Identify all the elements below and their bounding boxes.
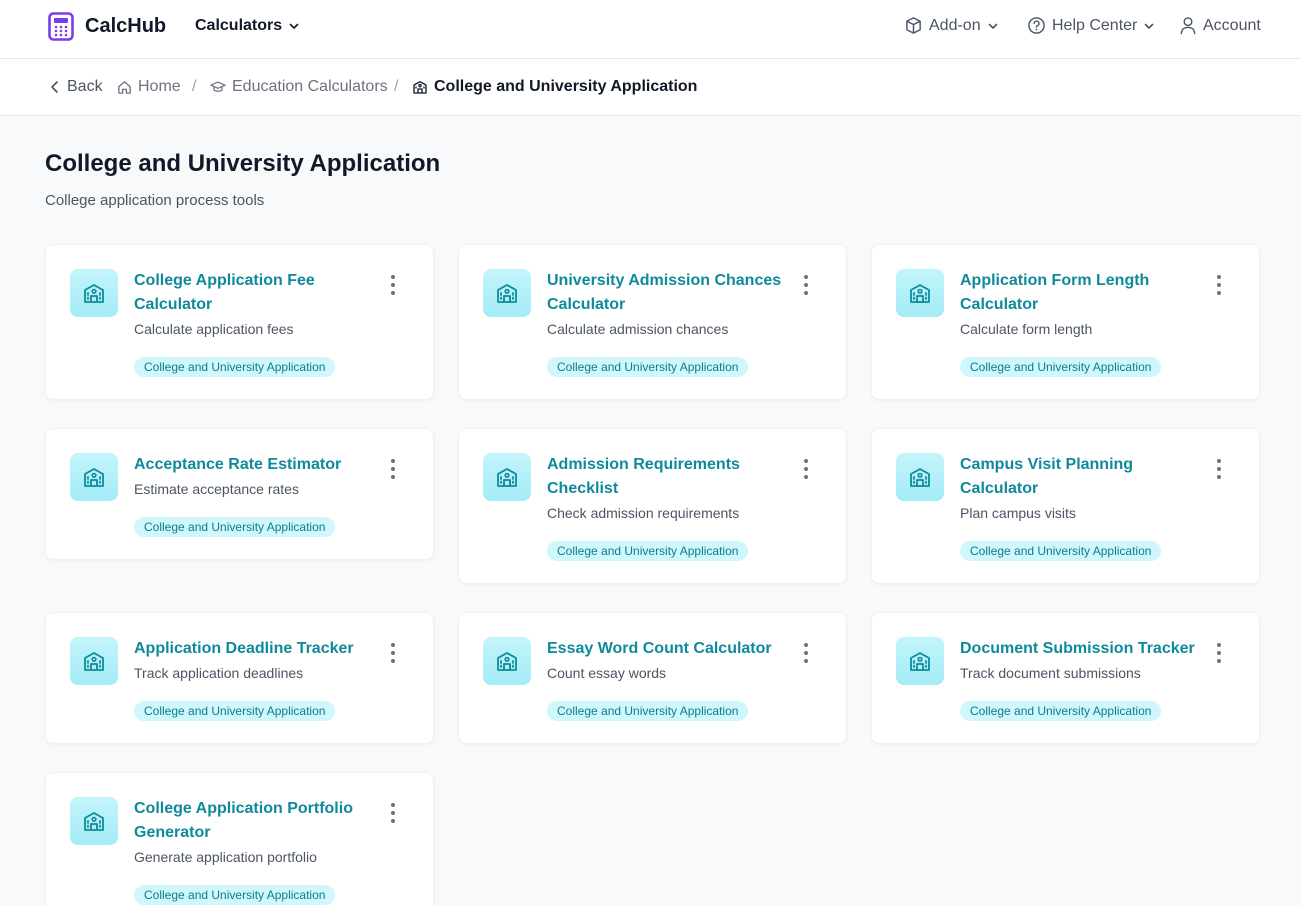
page-subtitle: College application process tools <box>45 192 265 209</box>
card-description: Track application deadlines <box>134 665 304 681</box>
card-title[interactable]: Admission Requirements Checklist <box>547 453 797 501</box>
calculator-card[interactable]: College Application Portfolio Generator … <box>45 772 434 906</box>
breadcrumb-home[interactable]: Home <box>117 78 181 96</box>
card-title[interactable]: College Application Portfolio Generator <box>134 797 384 845</box>
more-options-icon[interactable] <box>798 459 814 479</box>
card-description: Check admission requirements <box>547 505 740 521</box>
breadcrumb-current: College and University Application <box>412 78 697 96</box>
card-title[interactable]: Campus Visit Planning Calculator <box>960 453 1210 501</box>
school-building-icon <box>896 637 944 685</box>
calculator-card[interactable]: University Admission Chances Calculator … <box>458 244 847 400</box>
school-building-icon <box>70 453 118 501</box>
card-description: Generate application portfolio <box>134 849 317 865</box>
calculator-logo-icon[interactable] <box>48 12 74 41</box>
school-building-icon <box>413 81 427 94</box>
category-tag[interactable]: College and University Application <box>547 701 749 721</box>
calculator-card[interactable]: Acceptance Rate Estimator Estimate accep… <box>45 428 434 560</box>
card-description: Calculate form length <box>960 321 1093 337</box>
card-title[interactable]: University Admission Chances Calculator <box>547 269 797 317</box>
more-options-icon[interactable] <box>798 643 814 663</box>
card-description: Calculate application fees <box>134 321 294 337</box>
calculator-card[interactable]: College Application Fee Calculator Calcu… <box>45 244 434 400</box>
school-building-icon <box>483 637 531 685</box>
breadcrumb-current-label: College and University Application <box>434 78 698 95</box>
card-description: Calculate admission chances <box>547 321 729 337</box>
help-center-label: Help Center <box>1052 16 1138 34</box>
card-title[interactable]: Acceptance Rate Estimator <box>134 453 384 477</box>
school-building-icon <box>70 269 118 317</box>
category-tag[interactable]: College and University Application <box>547 541 749 561</box>
calculator-card[interactable]: Campus Visit Planning Calculator Plan ca… <box>871 428 1260 584</box>
category-tag[interactable]: College and University Application <box>960 701 1162 721</box>
brand-name[interactable]: CalcHub <box>85 15 166 38</box>
back-label: Back <box>67 78 103 95</box>
more-options-icon[interactable] <box>798 275 814 295</box>
school-building-icon <box>896 453 944 501</box>
chevron-down-icon <box>289 23 299 29</box>
page-title: College and University Application <box>45 150 441 177</box>
calculator-card[interactable]: Application Deadline Tracker Track appli… <box>45 612 434 744</box>
back-link[interactable]: Back <box>49 78 103 96</box>
breadcrumb: Back Home / Education Calculators / Coll… <box>0 59 1301 116</box>
account-menu[interactable]: Account <box>1179 16 1261 35</box>
breadcrumb-education-label: Education Calculators <box>232 78 388 95</box>
breadcrumb-home-label: Home <box>138 78 181 95</box>
card-title[interactable]: Application Deadline Tracker <box>134 637 384 661</box>
more-options-icon[interactable] <box>385 459 401 479</box>
home-icon <box>118 80 131 94</box>
school-building-icon <box>483 453 531 501</box>
school-building-icon <box>896 269 944 317</box>
account-label: Account <box>1203 16 1261 34</box>
card-title[interactable]: Document Submission Tracker <box>960 637 1210 661</box>
more-options-icon[interactable] <box>1211 643 1227 663</box>
top-navbar: CalcHub Calculators Add-on Help Center A… <box>0 0 1301 59</box>
calculators-menu[interactable]: Calculators <box>195 17 300 35</box>
help-center-menu[interactable]: Help Center <box>1027 16 1155 35</box>
chevron-down-icon <box>1145 23 1154 29</box>
calculator-card[interactable]: Application Form Length Calculator Calcu… <box>871 244 1260 400</box>
user-icon <box>1180 17 1196 35</box>
card-description: Plan campus visits <box>960 505 1076 521</box>
calculators-menu-label: Calculators <box>195 17 283 34</box>
school-building-icon <box>70 797 118 845</box>
category-tag[interactable]: College and University Application <box>960 541 1162 561</box>
card-title[interactable]: Essay Word Count Calculator <box>547 637 797 661</box>
school-building-icon <box>70 637 118 685</box>
card-description: Count essay words <box>547 665 667 681</box>
category-tag[interactable]: College and University Application <box>547 357 749 377</box>
card-title[interactable]: Application Form Length Calculator <box>960 269 1210 317</box>
addon-menu-label: Add-on <box>929 16 981 34</box>
graduation-cap-icon <box>210 81 226 92</box>
addon-menu[interactable]: Add-on <box>904 16 999 35</box>
breadcrumb-education[interactable]: Education Calculators <box>210 78 388 96</box>
more-options-icon[interactable] <box>385 803 401 823</box>
calculator-card[interactable]: Admission Requirements Checklist Check a… <box>458 428 847 584</box>
category-tag[interactable]: College and University Application <box>134 517 336 537</box>
more-options-icon[interactable] <box>385 275 401 295</box>
chevron-left-icon <box>51 81 58 93</box>
category-tag[interactable]: College and University Application <box>134 885 336 905</box>
card-description: Estimate acceptance rates <box>134 481 299 497</box>
more-options-icon[interactable] <box>1211 459 1227 479</box>
more-options-icon[interactable] <box>385 643 401 663</box>
category-tag[interactable]: College and University Application <box>134 357 336 377</box>
breadcrumb-separator: / <box>192 78 197 95</box>
cube-icon <box>906 17 921 34</box>
more-options-icon[interactable] <box>1211 275 1227 295</box>
card-description: Track document submissions <box>960 665 1141 681</box>
help-circle-icon <box>1028 17 1045 34</box>
chevron-down-icon <box>988 23 997 29</box>
card-title[interactable]: College Application Fee Calculator <box>134 269 384 317</box>
calculator-card[interactable]: Document Submission Tracker Track docume… <box>871 612 1260 744</box>
breadcrumb-separator: / <box>394 78 399 95</box>
school-building-icon <box>483 269 531 317</box>
calculator-card[interactable]: Essay Word Count Calculator Count essay … <box>458 612 847 744</box>
category-tag[interactable]: College and University Application <box>134 701 336 721</box>
category-tag[interactable]: College and University Application <box>960 357 1162 377</box>
